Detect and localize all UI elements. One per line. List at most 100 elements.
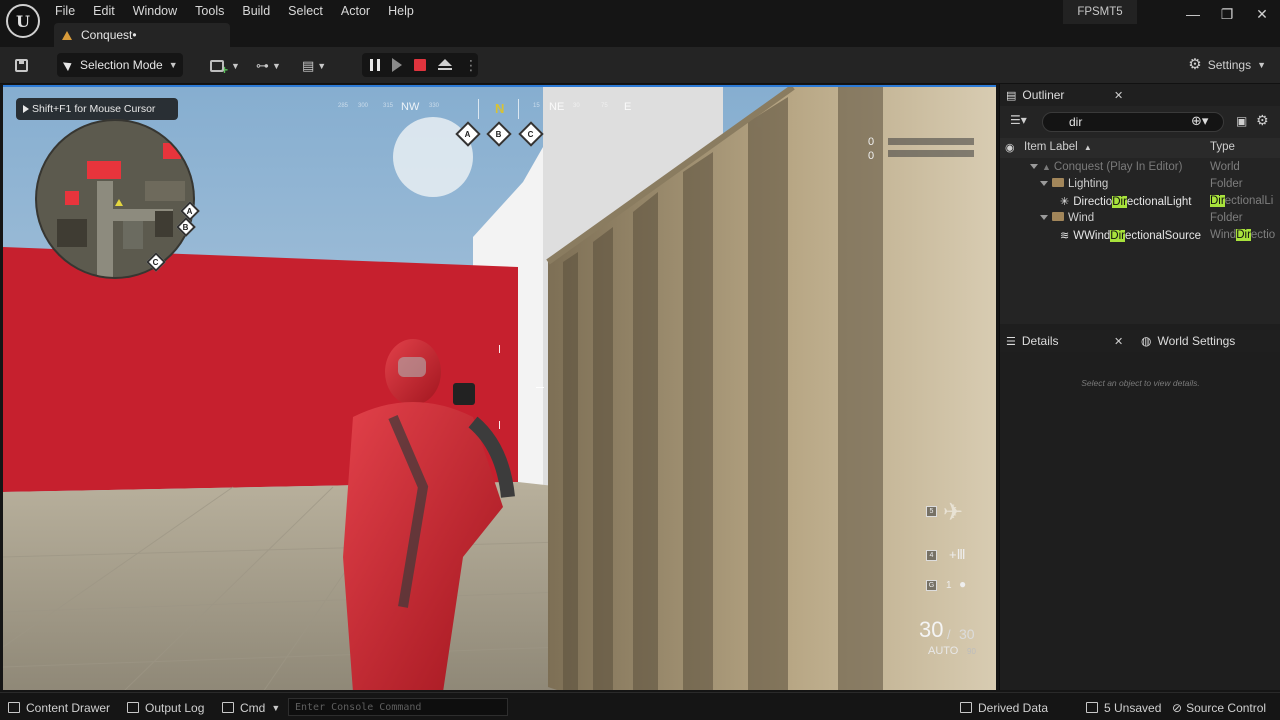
console-command-input[interactable] xyxy=(288,698,508,716)
add-actor-button[interactable]: + ▼ xyxy=(210,56,240,77)
tree-row-text: Wind xyxy=(1068,212,1095,224)
stop-icon[interactable] xyxy=(414,59,426,71)
unsaved-icon xyxy=(1086,702,1098,713)
main-toolbar: Selection Mode ▼ + ▼ ⊶ ▼ ▤ ▼ ⋮ ⚙ Setting… xyxy=(0,47,1280,84)
team-progress-bar-top xyxy=(888,138,974,145)
output-log-icon xyxy=(127,702,139,713)
menu-tools[interactable]: Tools xyxy=(186,2,233,20)
crosshair-bottom xyxy=(499,421,500,429)
menu-file[interactable]: File xyxy=(46,2,84,20)
outliner-filter-row: ☰▾ ✕ ⊕▾ ▣ ⚙ xyxy=(1000,110,1280,134)
objective-a-label: A xyxy=(465,129,471,139)
main-menu: File Edit Window Tools Build Select Acto… xyxy=(46,2,423,20)
crosshair-right xyxy=(536,387,544,388)
settings-button[interactable]: ⚙ Settings ▼ xyxy=(1188,57,1266,72)
eject-icon[interactable] xyxy=(438,59,452,71)
mouse-cursor-tip: Shift+F1 for Mouse Cursor xyxy=(16,98,178,120)
menu-edit[interactable]: Edit xyxy=(84,2,124,20)
details-header: ☰ Details ✕ ◍ World Settings xyxy=(1000,330,1280,352)
ammo-reserve: 90 xyxy=(967,647,976,656)
new-folder-icon[interactable]: ▣ xyxy=(1236,114,1247,128)
folder-icon xyxy=(1052,178,1064,188)
tree-row-text: ectionalLight xyxy=(1126,196,1192,208)
column-item-label[interactable]: Item Label ▲ xyxy=(1024,141,1092,153)
unreal-logo-icon[interactable]: U xyxy=(6,4,40,38)
compass-tick: 75 xyxy=(601,103,608,109)
expand-arrow-icon xyxy=(1040,181,1048,187)
cmd-dropdown[interactable]: Cmd ▼ xyxy=(222,699,280,716)
minimap-building xyxy=(155,211,173,237)
tab-details[interactable]: ☰ Details ✕ xyxy=(1006,330,1132,352)
tab-world-settings[interactable]: ◍ World Settings xyxy=(1141,330,1276,352)
minimap-red-zone xyxy=(65,191,79,205)
globe-icon: ◍ xyxy=(1141,334,1152,348)
output-log-button[interactable]: Output Log xyxy=(127,699,204,716)
team-score-bottom: 0 xyxy=(868,150,875,162)
close-icon[interactable]: ✕ xyxy=(1114,89,1123,102)
close-icon[interactable]: ✕ xyxy=(1114,335,1123,348)
ammo-pack-icon: +Ⅲ xyxy=(949,547,966,562)
player-position-icon xyxy=(115,199,123,206)
column-type[interactable]: Type xyxy=(1210,141,1235,153)
outliner-settings-icon[interactable]: ⚙ xyxy=(1256,112,1269,129)
maximize-button[interactable]: ❐ xyxy=(1215,4,1239,24)
slot-key-4: 4 xyxy=(926,550,937,561)
play-options-icon[interactable]: ⋮ xyxy=(464,58,478,72)
grenade-icon: ● xyxy=(959,577,967,591)
menu-select[interactable]: Select xyxy=(279,2,332,20)
chevron-down-icon: ▼ xyxy=(1257,59,1266,70)
compass-tick: 285 xyxy=(338,103,349,109)
pause-icon[interactable] xyxy=(370,59,380,71)
unsaved-button[interactable]: 5 Unsaved xyxy=(1086,699,1161,716)
menu-build[interactable]: Build xyxy=(233,2,279,20)
airstrike-icon: ✈ xyxy=(943,499,964,526)
add-filter-icon[interactable]: ⊕▾ xyxy=(1191,113,1208,129)
selection-mode-dropdown[interactable]: Selection Mode ▼ xyxy=(57,53,183,77)
menu-actor[interactable]: Actor xyxy=(332,2,379,20)
tree-row-folder-lighting[interactable]: Lighting Folder xyxy=(1000,177,1280,194)
compass-ne: NE xyxy=(549,101,565,113)
tab-outliner[interactable]: ▤ Outliner ✕ xyxy=(1006,84,1136,106)
filter-icon[interactable]: ☰▾ xyxy=(1010,113,1027,127)
right-panel: ▤ Outliner ✕ ☰▾ ✕ ⊕▾ ▣ ⚙ ◉ Item Label ▲ … xyxy=(999,84,1280,690)
cinematics-button[interactable]: ▤ ▼ xyxy=(302,56,326,76)
team-score-top: 0 xyxy=(868,136,875,148)
cursor-arrow-icon xyxy=(62,58,75,72)
cmd-label: Cmd xyxy=(240,700,266,715)
derived-data-button[interactable]: Derived Data xyxy=(960,699,1048,716)
minimap-road xyxy=(97,181,113,277)
tree-row-folder-wind[interactable]: Wind Folder xyxy=(1000,211,1280,228)
menu-help[interactable]: Help xyxy=(379,2,423,20)
source-control-button[interactable]: ⊘ Source Control xyxy=(1172,699,1266,716)
tree-row-label: ✳ DirectioDirectionalLight xyxy=(1060,195,1191,208)
details-panel: Select an object to view details. xyxy=(1000,352,1280,690)
content-drawer-button[interactable]: Content Drawer xyxy=(8,699,110,716)
tree-row-wind-directional-source[interactable]: ≋ WWindDirectionalSource WindDirectio xyxy=(1000,228,1280,245)
game-viewport[interactable]: Shift+F1 for Mouse Cursor 285 300 315 NW… xyxy=(3,85,996,690)
tree-row-text: Lighting xyxy=(1068,178,1109,190)
visibility-column-icon[interactable]: ◉ xyxy=(1005,141,1015,154)
minimize-button[interactable]: — xyxy=(1181,4,1205,24)
wind-source-icon: ≋ xyxy=(1060,230,1070,242)
derived-data-label: Derived Data xyxy=(978,700,1049,715)
folder-icon xyxy=(1052,212,1064,222)
menu-window[interactable]: Window xyxy=(124,2,186,20)
minimap-building xyxy=(145,181,185,201)
close-window-button[interactable]: ✕ xyxy=(1250,4,1274,24)
details-empty-message: Select an object to view details. xyxy=(1081,378,1200,388)
tree-row-directional-light[interactable]: ✳ DirectioDirectionalLight DirectionalLi xyxy=(1000,194,1280,211)
content-drawer-label: Content Drawer xyxy=(26,700,111,715)
tree-row-type: DirectionalLi xyxy=(1210,195,1273,207)
tree-row-world[interactable]: ▲ Conquest (Play In Editor) World xyxy=(1000,160,1280,177)
level-tab[interactable]: Conquest• xyxy=(54,23,230,47)
compass-bar: 285 300 315 NW 330 N 15 NE 30 75 E xyxy=(333,95,653,125)
tree-row-label: Wind xyxy=(1040,212,1094,224)
compass-tick: 300 xyxy=(358,103,369,109)
sort-ascending-icon: ▲ xyxy=(1083,143,1092,152)
frame-skip-icon[interactable] xyxy=(392,58,402,72)
tree-row-text: WWind xyxy=(1073,230,1111,242)
tree-row-text: Directio xyxy=(1073,196,1113,208)
content-drawer-icon xyxy=(8,702,20,713)
blueprints-button[interactable]: ⊶ ▼ xyxy=(256,56,281,76)
save-button[interactable] xyxy=(10,55,32,75)
